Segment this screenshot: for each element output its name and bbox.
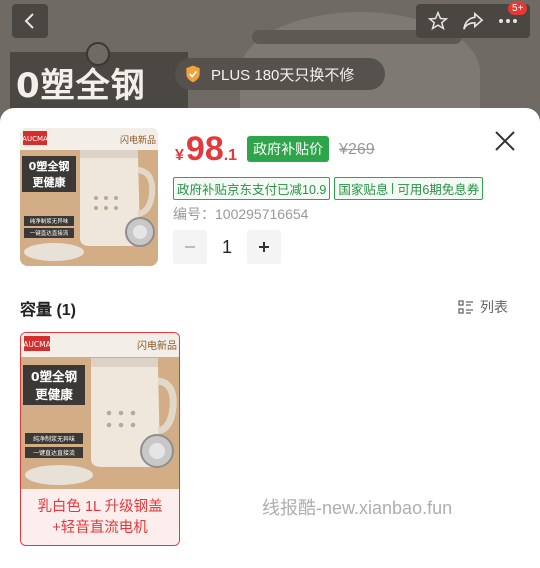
svg-text:AUCMA: AUCMA	[22, 135, 48, 143]
svg-text:0塑全钢: 0塑全钢	[31, 369, 77, 384]
promo-tag-right-text: 可用6期免息券	[397, 183, 480, 197]
capacity-option-image: AUCMA 闪电新品 0塑全钢 更健康 纯净制浆无异味 一键直达直接流	[21, 333, 179, 489]
capacity-header: 容量 (1)	[20, 302, 77, 319]
subsidy-price-tag: 政府补贴价	[247, 136, 330, 162]
background-banner-text: 0塑全钢	[16, 66, 146, 106]
sku-code: 编号：100295716654	[173, 206, 309, 222]
notification-badge: 5+	[508, 2, 528, 15]
price-row: ¥ 98 .1 政府补贴价 ¥269	[175, 130, 375, 169]
chevron-left-icon	[24, 13, 34, 29]
back-button[interactable]	[12, 4, 48, 38]
price-integer: 98	[185, 130, 224, 168]
sku-selector-sheet: AUCMA 闪电新品 0塑全钢 更健康 纯净制浆无异味 一键直达直接流 ¥ 98…	[0, 108, 540, 568]
svg-text:0塑全钢: 0塑全钢	[29, 159, 70, 173]
list-view-label: 列表	[480, 299, 508, 315]
quantity-stepper: 1	[173, 230, 281, 264]
increase-quantity-button[interactable]	[247, 230, 281, 264]
star-icon[interactable]	[428, 11, 448, 31]
svg-text:纯净制浆无异味: 纯净制浆无异味	[30, 217, 69, 225]
promo-divider	[392, 183, 394, 194]
minus-icon	[185, 246, 195, 248]
svg-text:闪电新品: 闪电新品	[120, 134, 156, 146]
product-thumbnail-image: AUCMA 闪电新品 0塑全钢 更健康 纯净制浆无异味 一键直达直接流	[20, 128, 158, 266]
svg-text:一键直达直接流: 一键直达直接流	[33, 449, 75, 457]
svg-text:更健康: 更健康	[33, 175, 67, 189]
decrease-quantity-button[interactable]	[173, 230, 207, 264]
promo-tag-text: 政府补贴京东支付已减10.9	[177, 183, 327, 197]
promo-tag-interest[interactable]: 国家贴息 可用6期免息券	[334, 177, 484, 200]
close-icon[interactable]	[492, 128, 518, 154]
plus-banner-text: PLUS 180天只换不修	[211, 66, 355, 84]
price-currency: ¥	[175, 147, 184, 164]
list-view-toggle[interactable]: 列表	[458, 297, 508, 317]
more-icon[interactable]	[498, 18, 518, 24]
svg-text:更健康: 更健康	[35, 387, 73, 402]
list-icon	[458, 300, 473, 314]
svg-text:一键直达直接流: 一键直达直接流	[30, 229, 69, 237]
quantity-value[interactable]: 1	[207, 237, 247, 258]
shield-check-icon	[186, 65, 200, 83]
product-thumbnail[interactable]: AUCMA 闪电新品 0塑全钢 更健康 纯净制浆无异味 一键直达直接流	[20, 128, 158, 266]
plus-icon	[259, 242, 269, 252]
capacity-option-card[interactable]: AUCMA 闪电新品 0塑全钢 更健康 纯净制浆无异味 一键直达直接流 乳白色 …	[20, 332, 180, 546]
plus-banner[interactable]: PLUS 180天只换不修	[175, 58, 385, 90]
watermark-text: 线报酷-new.xianbao.fun	[262, 498, 453, 518]
svg-text:纯净制浆无异味: 纯净制浆无异味	[33, 435, 75, 443]
capacity-option-label: 乳白色 1L 升级钢盖 +轻音直流电机	[21, 489, 179, 545]
promo-tag-subsidy[interactable]: 政府补贴京东支付已减10.9	[173, 177, 331, 200]
share-icon[interactable]	[462, 11, 484, 31]
svg-text:闪电新品: 闪电新品	[137, 339, 177, 352]
svg-text:AUCMA: AUCMA	[23, 340, 51, 349]
original-price: ¥269	[339, 141, 375, 158]
promo-tags: 政府补贴京东支付已减10.9 国家贴息 可用6期免息券	[173, 177, 484, 200]
promo-tag-left-text: 国家贴息	[338, 183, 389, 197]
price-decimal: .1	[223, 147, 238, 164]
